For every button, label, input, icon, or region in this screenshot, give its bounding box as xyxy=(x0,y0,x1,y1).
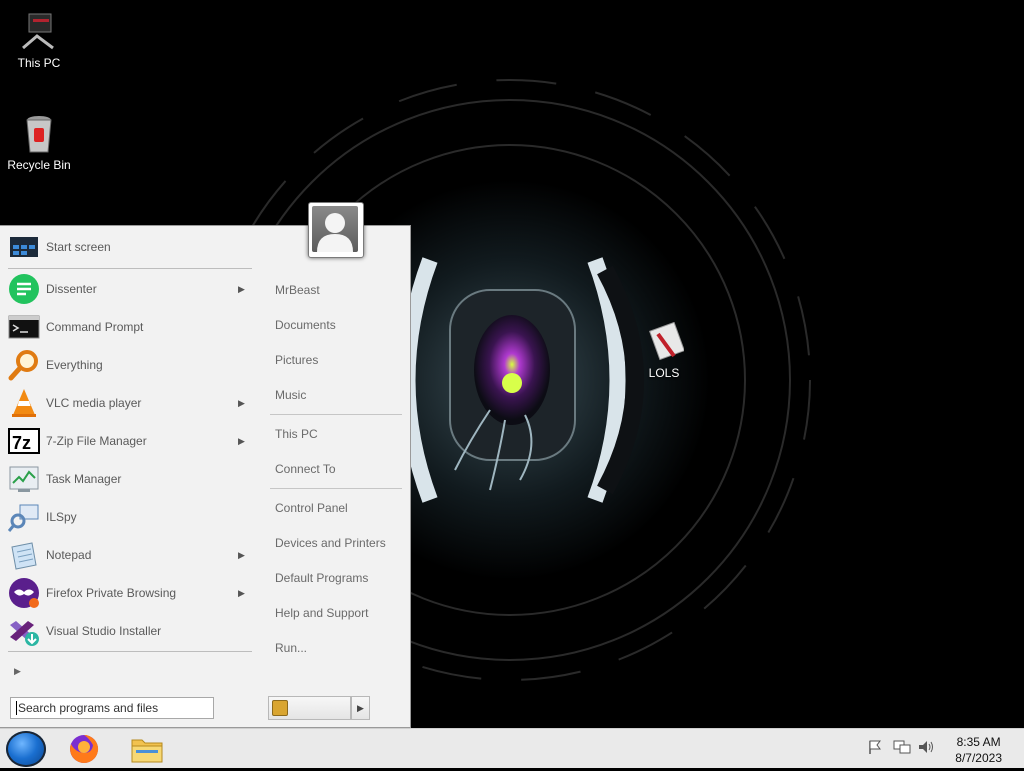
program-command-prompt[interactable]: Command Prompt xyxy=(8,309,254,345)
task-manager-icon xyxy=(8,463,40,495)
program-notepad[interactable]: Notepad ▶ xyxy=(8,537,254,573)
recycle-bin-icon xyxy=(19,114,59,154)
taskbar-firefox-button[interactable] xyxy=(67,732,101,766)
program-task-manager[interactable]: Task Manager xyxy=(8,461,254,497)
shutdown-button[interactable] xyxy=(268,696,351,720)
submenu-arrow-icon[interactable]: ▶ xyxy=(238,550,248,561)
user-avatar-icon xyxy=(317,213,353,252)
search-input[interactable]: Search programs and files xyxy=(10,697,214,719)
7zip-icon: 7z xyxy=(8,425,40,457)
desktop-icon-label: LOLS xyxy=(648,366,680,380)
taskbar: 8:35 AM 8/7/2023 xyxy=(0,728,1024,768)
link-this-pc[interactable]: This PC xyxy=(275,427,318,441)
program-label: Notepad xyxy=(46,548,92,562)
program-everything[interactable]: Everything xyxy=(8,347,254,383)
desktop-icon-recycle-bin[interactable]: Recycle Bin xyxy=(1,114,77,172)
ilspy-icon xyxy=(7,501,40,533)
submenu-arrow-icon[interactable]: ▶ xyxy=(238,588,248,599)
shutdown-icon xyxy=(272,700,288,716)
link-user[interactable]: MrBeast xyxy=(275,283,320,297)
program-label: 7-Zip File Manager xyxy=(46,434,147,448)
link-run[interactable]: Run... xyxy=(275,641,307,655)
submenu-arrow-icon[interactable]: ▶ xyxy=(238,284,248,295)
system-clock[interactable]: 8:35 AM 8/7/2023 xyxy=(955,734,1002,766)
dissenter-icon xyxy=(8,273,40,305)
program-7zip[interactable]: 7z 7-Zip File Manager ▶ xyxy=(8,423,254,459)
desktop-icon-label: Recycle Bin xyxy=(7,158,71,172)
submenu-arrow-icon[interactable]: ▶ xyxy=(238,436,248,447)
desktop-icon-lols[interactable]: LOLS xyxy=(626,321,702,380)
link-devices-printers[interactable]: Devices and Printers xyxy=(275,536,386,550)
program-label: ILSpy xyxy=(46,510,77,524)
program-label: VLC media player xyxy=(46,396,142,410)
vlc-cone-icon xyxy=(8,387,40,419)
link-default-programs[interactable]: Default Programs xyxy=(275,571,368,585)
firefox-icon xyxy=(70,734,99,763)
user-avatar[interactable] xyxy=(308,202,364,258)
visual-studio-installer-icon xyxy=(8,615,40,647)
link-music[interactable]: Music xyxy=(275,388,306,402)
program-label: Start screen xyxy=(46,240,111,254)
program-dissenter[interactable]: Dissenter ▶ xyxy=(8,271,254,307)
start-button[interactable] xyxy=(6,731,46,767)
program-firefox-private[interactable]: Firefox Private Browsing ▶ xyxy=(8,575,254,611)
link-connect-to[interactable]: Connect To xyxy=(275,462,336,476)
start-screen-icon xyxy=(8,231,40,263)
taskbar-file-explorer-button[interactable] xyxy=(130,732,164,766)
link-separator xyxy=(270,414,402,415)
link-control-panel[interactable]: Control Panel xyxy=(275,501,348,515)
program-vlc[interactable]: VLC media player ▶ xyxy=(8,385,254,421)
all-programs-arrow-icon[interactable]: ▶ xyxy=(14,666,21,677)
program-label: Task Manager xyxy=(46,472,122,486)
program-label: Command Prompt xyxy=(46,320,144,334)
flag-icon[interactable] xyxy=(867,739,883,758)
link-documents[interactable]: Documents xyxy=(275,318,336,332)
program-label: Firefox Private Browsing xyxy=(46,586,177,600)
program-start-screen[interactable]: Start screen xyxy=(8,229,254,265)
clock-time: 8:35 AM xyxy=(956,735,1001,749)
shutdown-options-arrow-icon[interactable]: ▶ xyxy=(351,696,370,720)
notepad-icon xyxy=(8,539,40,571)
submenu-arrow-icon[interactable]: ▶ xyxy=(238,398,248,409)
program-separator xyxy=(8,268,252,269)
firefox-private-icon xyxy=(8,577,40,609)
everything-search-icon xyxy=(8,349,40,381)
file-explorer-icon xyxy=(131,739,163,763)
file-icon xyxy=(644,321,685,362)
program-label: Everything xyxy=(46,358,103,372)
desktop-icon-this-pc[interactable]: This PC xyxy=(1,12,77,70)
desktop-icon-label: This PC xyxy=(17,56,61,70)
network-icon[interactable] xyxy=(893,739,911,758)
svg-text:7z: 7z xyxy=(12,433,31,453)
link-help-support[interactable]: Help and Support xyxy=(275,606,368,620)
program-ilspy[interactable]: ILSpy xyxy=(7,499,254,535)
link-separator xyxy=(270,488,402,489)
link-pictures[interactable]: Pictures xyxy=(275,353,318,367)
clock-date: 8/7/2023 xyxy=(955,751,1002,765)
program-label: Visual Studio Installer xyxy=(46,624,162,638)
program-label: Dissenter xyxy=(46,282,97,296)
command-prompt-icon xyxy=(8,311,40,343)
volume-icon[interactable] xyxy=(917,739,935,758)
program-separator xyxy=(8,651,252,652)
program-visual-studio-installer[interactable]: Visual Studio Installer xyxy=(8,613,254,649)
computer-icon xyxy=(19,12,59,52)
